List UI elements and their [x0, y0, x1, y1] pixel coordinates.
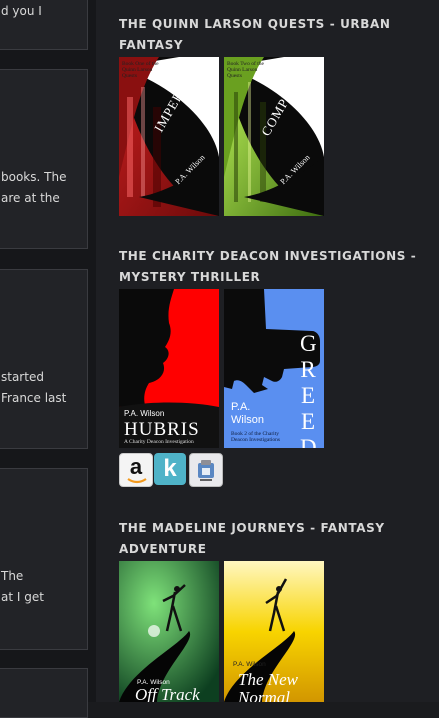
cover-art [224, 57, 324, 216]
book-cover-greed[interactable]: P.A. Wilson Book 2 of the Charity Deacon… [224, 289, 324, 448]
smashwords-icon[interactable] [189, 453, 223, 487]
book-title: GREED [300, 331, 317, 448]
section-title-quinn-larson: THE QUINN LARSON QUESTS - URBAN FANTASY [119, 17, 391, 52]
book-cover-off-track[interactable]: P.A. Wilson Off Track [119, 561, 219, 702]
series-line: A Charity Deacon Investigation [124, 439, 194, 445]
series-line: Book One of the Quinn Larson Quests [122, 61, 159, 79]
post-excerpt-line: France last [1, 391, 67, 405]
post-card[interactable]: books. The are at the [0, 69, 88, 249]
post-excerpt-line: at I get [1, 590, 44, 604]
post-excerpt-line: d you I [1, 4, 42, 18]
cover-art [119, 57, 219, 216]
book-cover-compulsion[interactable]: Book Two of the Quinn Larson Quests COMP… [224, 57, 324, 216]
post-excerpt-line: started [1, 370, 44, 384]
book-cover-new-normal[interactable]: P.A. Wilson The New Normal [224, 561, 324, 702]
post-excerpt-line: are at the [1, 191, 60, 205]
series-line: Book Two of the Quinn Larson Quests [227, 61, 264, 79]
left-column: d you I books. The are at the started Fr… [0, 0, 96, 718]
book-author: P.A. Wilson [233, 661, 266, 668]
amazon-icon[interactable]: a [119, 453, 153, 487]
book-cover-imperative[interactable]: Book One of the Quinn Larson Quests IMPE… [119, 57, 219, 216]
book-author: P.A. Wilson [124, 409, 165, 418]
section-title-charity-deacon: THE CHARITY DEACON INVESTIGATIONS - MYST… [119, 249, 417, 284]
series-line: Book 2 of the Charity Deacon Investigati… [231, 431, 281, 443]
section-title-madeline-journeys: THE MADELINE JOURNEYS - FANTASY ADVENTUR… [119, 521, 385, 556]
book-author: P.A. Wilson [231, 401, 265, 426]
post-excerpt-line: The [1, 569, 24, 583]
post-card[interactable]: d you I [0, 0, 88, 50]
post-card[interactable] [0, 668, 88, 718]
post-card[interactable]: The at I get [0, 468, 88, 650]
book-title: HUBRIS [124, 419, 200, 440]
kobo-icon[interactable]: k [154, 453, 186, 485]
post-card[interactable]: started France last [0, 269, 88, 449]
book-cover-hubris[interactable]: P.A. Wilson HUBRIS A Charity Deacon Inve… [119, 289, 219, 448]
post-excerpt-line: books. The [1, 170, 67, 184]
book-title: Off Track [135, 685, 200, 702]
book-title: The New Normal [238, 670, 298, 703]
